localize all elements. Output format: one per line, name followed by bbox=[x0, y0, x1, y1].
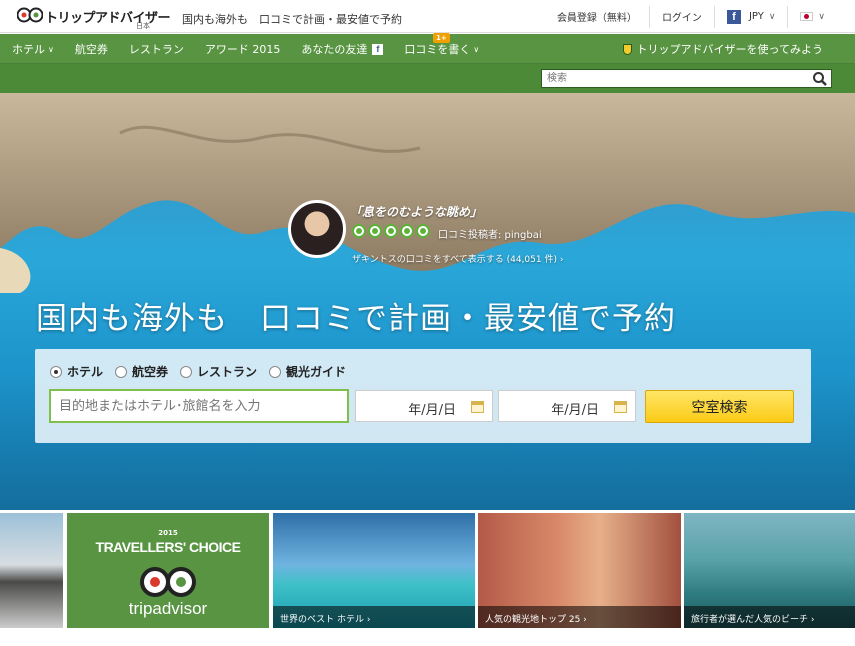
owl-logo-icon bbox=[140, 567, 196, 597]
site-search-box bbox=[541, 69, 832, 88]
tc-title: TRAVELLERS' CHOICE bbox=[95, 539, 241, 555]
promo-tile-destinations[interactable]: 人気の観光地トップ 25 › bbox=[478, 513, 681, 628]
radio-label: 観光ガイド bbox=[286, 365, 347, 379]
chevron-down-icon: ∨ bbox=[473, 44, 480, 54]
all-reviews-link[interactable]: ザキントスの口コミをすべて表示する (44,051 件) › bbox=[352, 252, 563, 265]
nav-flights[interactable]: 航空券 bbox=[63, 41, 117, 57]
reviewer-name: 口コミ投稿者: pingbai bbox=[438, 230, 542, 241]
nav-write-review-label: 口コミを書く bbox=[404, 43, 471, 56]
nav-friends[interactable]: あなたの友達 f bbox=[289, 41, 392, 57]
logo-text: トリップアドバイザー bbox=[45, 11, 171, 26]
nav-flights-label: 航空券 bbox=[74, 43, 108, 56]
nav-hotels[interactable]: ホテル ∨ bbox=[0, 41, 63, 57]
nav-hotels-label: ホテル bbox=[12, 43, 45, 56]
hero-banner: 「息をのむような眺め」 口コミ投稿者: pingbai ザキントスの口コミをすべ… bbox=[0, 93, 855, 510]
chevron-down-icon: ∨ bbox=[768, 12, 776, 22]
featured-review[interactable]: 「息をのむような眺め」 口コミ投稿者: pingbai ザキントスの口コミをすべ… bbox=[288, 200, 608, 270]
rating-bubble-icon bbox=[368, 224, 382, 238]
nav-write-review[interactable]: 口コミを書く ∨ bbox=[392, 41, 488, 57]
rating-bubble-icon bbox=[400, 224, 414, 238]
tile-caption: 旅行者が選んだ人気のビーチ › bbox=[684, 606, 855, 628]
radio-icon bbox=[115, 365, 128, 378]
divider bbox=[713, 5, 715, 28]
radio-label: レストラン bbox=[197, 365, 258, 379]
tc-brand: tripadvisor bbox=[128, 599, 208, 618]
avatar bbox=[288, 200, 346, 258]
bubble-rating bbox=[352, 224, 430, 238]
owl-logo-icon bbox=[17, 7, 43, 23]
search-icon[interactable] bbox=[812, 71, 828, 87]
radio-label: ホテル bbox=[67, 365, 104, 379]
radio-icon bbox=[180, 365, 193, 378]
hero-headline: 国内も海外も 口コミで計画・最安値で予約 bbox=[36, 301, 676, 337]
logo[interactable]: トリップアドバイザー 日本 bbox=[17, 5, 171, 30]
header-tagline: 国内も海外も 口コミで計画・最安値で予約 bbox=[182, 13, 402, 26]
checkin-date-field[interactable]: 年/月/日 bbox=[355, 390, 493, 422]
nav-friends-label: あなたの友達 bbox=[301, 43, 368, 56]
facebook-icon: f bbox=[372, 43, 384, 55]
nav-awards[interactable]: アワード 2015 bbox=[193, 41, 290, 57]
radio-hotels[interactable]: ホテル bbox=[50, 363, 103, 380]
try-link-label: トリップアドバイザーを使ってみよう bbox=[636, 43, 823, 56]
currency-selector[interactable]: JPY ∨ bbox=[749, 11, 787, 22]
radio-restaurants[interactable]: レストラン bbox=[180, 363, 257, 380]
checkin-date-text: 年/月/日 bbox=[408, 403, 456, 418]
logo-sub: 日本 bbox=[136, 22, 150, 30]
main-nav: ホテル ∨ 航空券 レストラン アワード 2015 あなたの友達 f 口コミを書く ∨… bbox=[0, 33, 855, 64]
promo-tile-resort[interactable] bbox=[0, 513, 63, 628]
checkout-date-text: 年/月/日 bbox=[551, 403, 599, 418]
radio-guides[interactable]: 観光ガイド bbox=[269, 363, 346, 380]
nav-restaurants[interactable]: レストラン bbox=[117, 41, 193, 57]
radio-selected-icon bbox=[50, 365, 62, 378]
chevron-down-icon: ∨ bbox=[48, 44, 54, 54]
try-tripadvisor-link[interactable]: トリップアドバイザーを使ってみよう bbox=[622, 34, 823, 64]
login-link[interactable]: ログイン bbox=[650, 9, 714, 24]
search-type-options: ホテル 航空券 レストラン 観光ガイド bbox=[50, 363, 346, 380]
radio-icon bbox=[269, 365, 282, 378]
tile-caption: 人気の観光地トップ 25 › bbox=[478, 606, 681, 628]
destination-input[interactable] bbox=[49, 389, 349, 423]
calendar-icon bbox=[614, 401, 627, 413]
notification-badge: 1+ bbox=[433, 33, 450, 43]
nav-awards-label: アワード 2015 bbox=[204, 43, 281, 56]
calendar-icon bbox=[471, 401, 484, 413]
shield-icon bbox=[622, 43, 632, 55]
facebook-icon[interactable]: f bbox=[726, 9, 741, 24]
rating-bubble-icon bbox=[384, 224, 398, 238]
travellers-choice-tile[interactable]: 2015 TRAVELLERS' CHOICE tripadvisor bbox=[67, 513, 269, 628]
review-quote: 「息をのむような眺め」 bbox=[350, 205, 483, 219]
promo-tiles: 2015 TRAVELLERS' CHOICE tripadvisor 世界のベ… bbox=[0, 513, 855, 628]
account-links: 会員登録（無料） ログイン f JPY ∨ ∨ bbox=[545, 0, 855, 33]
search-strip bbox=[0, 64, 855, 93]
rating-bubble-icon bbox=[352, 224, 366, 238]
currency-label: JPY bbox=[748, 11, 764, 22]
radio-label: 航空券 bbox=[132, 365, 169, 379]
top-bar: トリップアドバイザー 日本 国内も海外も 口コミで計画・最安値で予約 会員登録（… bbox=[0, 0, 855, 33]
checkout-date-field[interactable]: 年/月/日 bbox=[498, 390, 636, 422]
tc-year: 2015 bbox=[158, 529, 178, 537]
rating-bubble-icon bbox=[416, 224, 430, 238]
tile-caption: 世界のベスト ホテル › bbox=[273, 606, 475, 628]
chevron-down-icon: ∨ bbox=[818, 12, 825, 22]
nav-restaurants-label: レストラン bbox=[128, 43, 184, 56]
language-selector[interactable]: ∨ bbox=[788, 11, 855, 22]
radio-flights[interactable]: 航空券 bbox=[115, 363, 168, 380]
promo-tile-beaches[interactable]: 旅行者が選んだ人気のビーチ › bbox=[684, 513, 855, 628]
site-search-input[interactable] bbox=[542, 70, 802, 87]
register-link[interactable]: 会員登録（無料） bbox=[545, 9, 649, 24]
promo-tile-hotels[interactable]: 世界のベスト ホテル › bbox=[273, 513, 475, 628]
japan-flag-icon bbox=[800, 11, 814, 21]
availability-search-button[interactable]: 空室検索 bbox=[645, 390, 794, 423]
hotel-search-panel: ホテル 航空券 レストラン 観光ガイド 年/月/日 年/月/日 空室検索 bbox=[35, 349, 811, 443]
